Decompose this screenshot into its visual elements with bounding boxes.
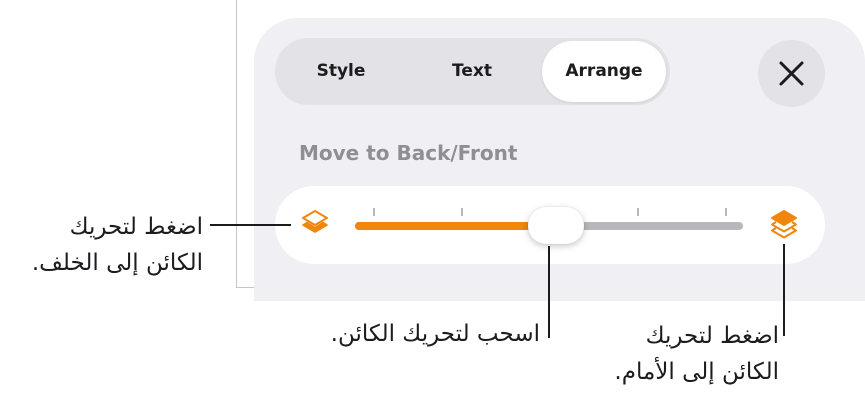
- callout-line-drag: [548, 246, 550, 338]
- callout-back-line2: الكائن إلى الخلف.: [31, 250, 203, 276]
- section-title: Move to Back/Front: [299, 141, 518, 165]
- callout-line-back: [210, 224, 291, 226]
- callout-front-line2: الكائن إلى الأمام.: [614, 359, 779, 385]
- slider-thumb[interactable]: [528, 207, 584, 244]
- close-icon: [779, 61, 804, 86]
- slider-tick: [373, 208, 375, 216]
- tab-text[interactable]: Text: [408, 41, 536, 102]
- format-tabs: Style Text Arrange: [275, 38, 670, 105]
- callout-bring-forward: اضغط لتحريك الكائن إلى الأمام.: [614, 318, 779, 390]
- tab-style[interactable]: Style: [279, 41, 403, 102]
- close-button[interactable]: [758, 40, 825, 107]
- slider-tick: [637, 208, 639, 216]
- callout-send-backward: اضغط لتحريك الكائن إلى الخلف.: [32, 209, 203, 281]
- layers-front-icon[interactable]: [770, 208, 798, 246]
- callout-back-line1: اضغط لتحريك: [69, 214, 203, 240]
- callout-drag: اسحب لتحريك الكائن.: [331, 316, 540, 352]
- callout-line-front: [783, 244, 785, 336]
- layers-back-icon[interactable]: [301, 208, 329, 246]
- slider-tick: [725, 208, 727, 216]
- slider-tick: [461, 208, 463, 216]
- callout-drag-line1: اسحب لتحريك الكائن.: [330, 321, 540, 347]
- slider-fill: [355, 222, 530, 230]
- callout-front-line1: اضغط لتحريك: [645, 323, 779, 349]
- tab-arrange[interactable]: Arrange: [542, 41, 666, 102]
